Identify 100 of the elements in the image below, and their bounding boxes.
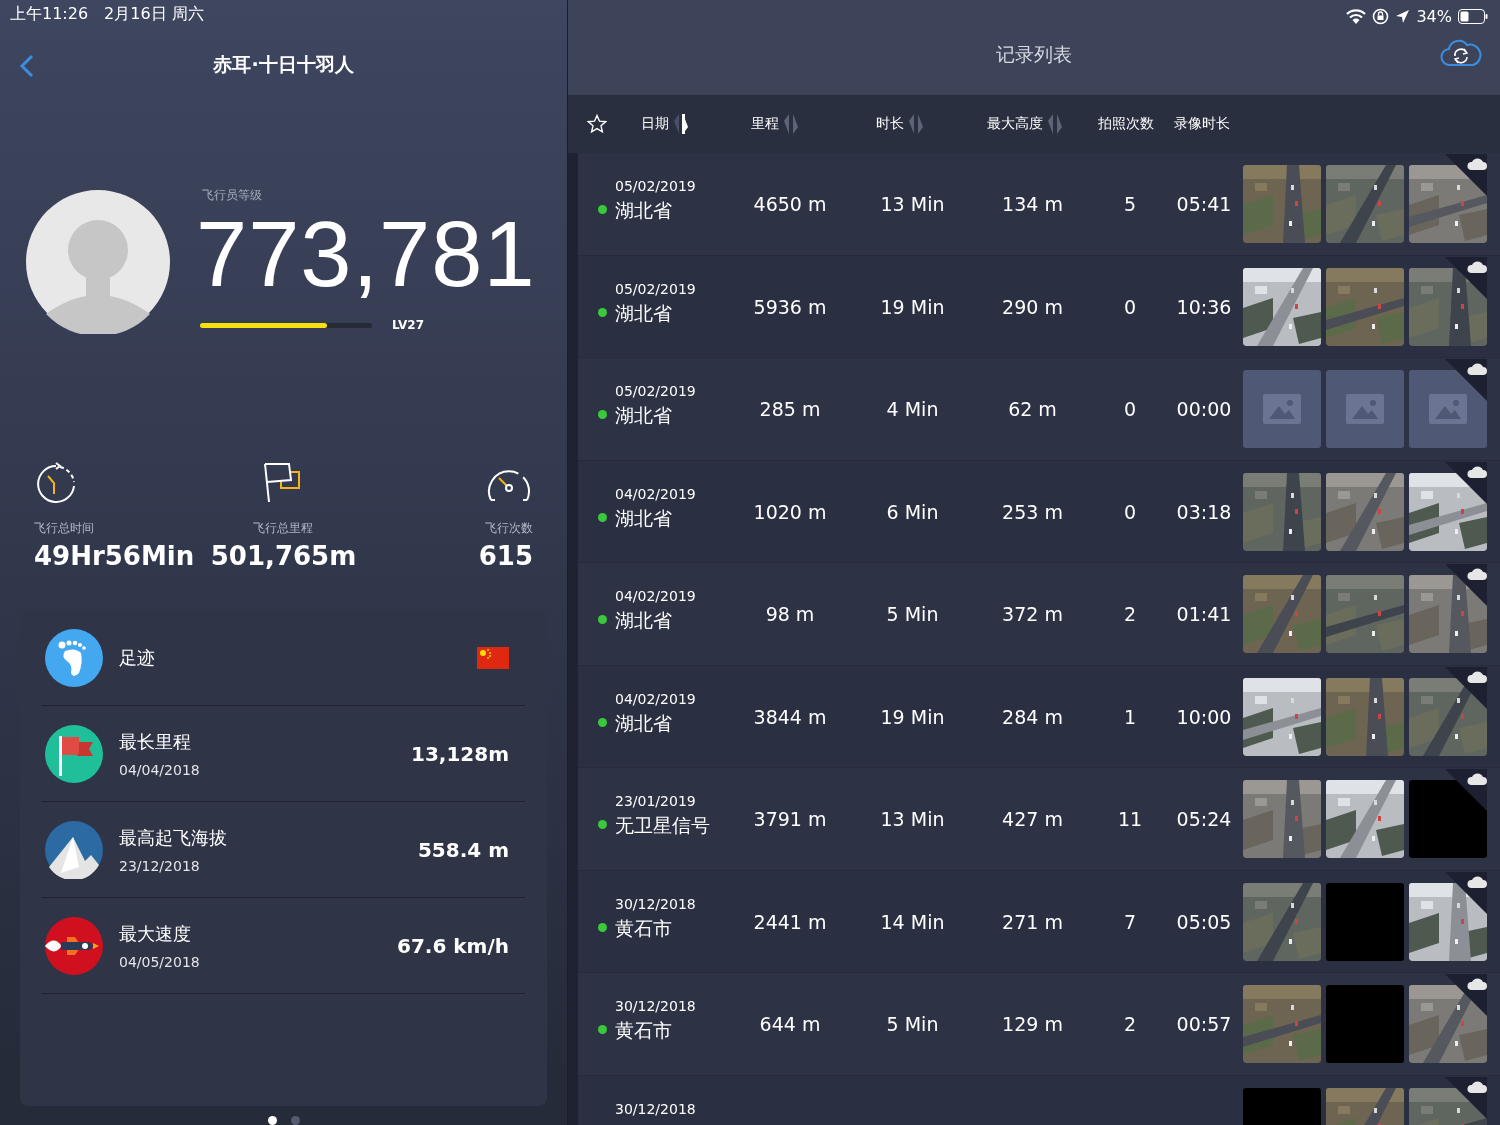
stat-value: 615	[478, 540, 533, 571]
record-value: 13,128m	[410, 741, 509, 766]
record-row[interactable]: 最大速度 04/05/2018 67.6 km/h	[42, 898, 525, 995]
flight-location: 黄石市	[615, 1018, 673, 1043]
duration-cell-text: 6 Min	[885, 500, 940, 523]
column-header[interactable]: 录像时长	[1174, 115, 1230, 133]
height-cell-text: 134 m	[1001, 193, 1064, 215]
footprint-icon	[45, 628, 103, 687]
record-title: 足迹	[119, 645, 156, 670]
video-length-cell-text: 00:57	[1175, 1013, 1233, 1035]
flight-date: 23/01/2019	[615, 793, 697, 809]
battery-icon	[1458, 8, 1488, 24]
stat-value: 501,765m	[210, 540, 357, 571]
flight-date: 30/12/2018	[615, 1100, 697, 1117]
record-row[interactable]: 足迹	[42, 610, 525, 707]
status-dot	[598, 205, 607, 214]
record-row[interactable]: 最长里程 04/04/2018 13,128m	[42, 706, 525, 803]
image-placeholder[interactable]	[1326, 370, 1404, 448]
duration-cell-text: 5 Min	[885, 1013, 940, 1035]
flight-location: 黄石市	[615, 915, 673, 941]
height-cell-text: 372 m	[1001, 603, 1064, 625]
flight-date: 30/12/2018	[615, 895, 697, 912]
duration-cell-text: 4 Min	[885, 398, 940, 420]
blank-thumbnail[interactable]	[1326, 985, 1404, 1063]
photo-count-cell-text: 1	[1122, 705, 1138, 728]
list-title: 记录列表	[996, 41, 1072, 67]
height-cell-text: 253 m	[1001, 500, 1064, 523]
status-dot	[598, 1025, 607, 1034]
rotation-lock-icon	[1372, 7, 1390, 25]
distance-cell-text: 644 m	[758, 1013, 822, 1035]
height-cell-text: 271 m	[1001, 910, 1064, 933]
mountain-icon	[45, 820, 103, 879]
photo-count-cell-text: 11	[1116, 808, 1144, 830]
video-length-cell-text: 03:18	[1175, 500, 1233, 523]
blank-thumbnail[interactable]	[1409, 780, 1487, 858]
status-dot	[598, 615, 607, 624]
duration-cell-text: 13 Min	[879, 808, 946, 830]
status-dot	[598, 922, 607, 932]
rocket-icon	[45, 916, 103, 975]
column-header[interactable]: 日期	[641, 112, 751, 136]
image-placeholder[interactable]	[1243, 370, 1321, 448]
page-dot[interactable]	[267, 1116, 277, 1125]
flight-location: 湖北省	[615, 505, 673, 531]
cloud-sync-icon[interactable]	[1440, 39, 1482, 67]
record-value: 558.4 m	[417, 837, 509, 862]
flag-icon	[45, 724, 103, 783]
video-length-cell-text: 10:36	[1175, 295, 1233, 318]
status-dot	[598, 512, 607, 522]
distance-cell-text: 98 m	[764, 603, 816, 625]
flight-date: 04/02/2019	[615, 690, 697, 707]
video-length-cell-text: 05:24	[1175, 808, 1233, 830]
flight-date: 30/12/2018	[615, 998, 697, 1014]
record-date: 23/12/2018	[119, 857, 201, 874]
status-dot	[598, 717, 607, 727]
image-icon	[1346, 394, 1384, 424]
china-flag-icon	[477, 646, 509, 669]
back-icon[interactable]	[19, 53, 35, 78]
flight-location: 湖北省	[615, 710, 673, 736]
height-cell-text: 284 m	[1001, 705, 1064, 728]
column-header[interactable]: 里程	[751, 112, 876, 136]
distance-cell-text: 285 m	[758, 398, 822, 420]
duration-cell-text: 14 Min	[879, 910, 946, 933]
flight-location: 湖北省	[615, 300, 673, 326]
video-length-cell-text: 05:05	[1175, 910, 1233, 933]
flight-date: 04/02/2019	[615, 485, 697, 502]
record-row[interactable]: 最高起飞海拔 23/12/2018 558.4 m	[42, 802, 525, 899]
duration-cell-text: 19 Min	[879, 295, 946, 318]
level-label: LV27	[392, 318, 424, 333]
star-icon[interactable]	[587, 114, 607, 134]
column-header[interactable]: 时长	[876, 112, 987, 136]
video-length-cell-text: 01:41	[1175, 603, 1233, 625]
column-header[interactable]: 拍照次数	[1098, 115, 1174, 133]
distance-cell-text: 2441 m	[752, 910, 828, 933]
record-title: 最高起飞海拔	[119, 825, 228, 850]
height-cell-text: 129 m	[1001, 1013, 1064, 1035]
image-placeholder[interactable]	[1409, 370, 1487, 448]
duration-cell-text: 13 Min	[879, 193, 946, 215]
photo-count-cell-text: 0	[1122, 500, 1138, 523]
profile-title: 赤耳·十日十羽人	[213, 52, 354, 78]
record-title: 最大速度	[119, 921, 192, 946]
column-header[interactable]: 最大高度	[987, 112, 1098, 136]
status-dot	[598, 307, 607, 317]
status-time: 上午11:26	[10, 4, 89, 25]
distance-cell-text: 5936 m	[752, 295, 828, 318]
duration-cell-text: 19 Min	[879, 705, 946, 728]
photo-count-cell-text: 0	[1122, 295, 1138, 318]
height-cell-text: 427 m	[1001, 808, 1064, 830]
photo-count-cell-text: 5	[1122, 193, 1138, 215]
video-length-cell-text: 10:00	[1175, 705, 1233, 728]
stat-label: 飞行总时间	[34, 519, 94, 537]
photo-count-cell-text: 7	[1122, 910, 1138, 933]
distance-cell-text: 1020 m	[752, 500, 828, 523]
blank-thumbnail[interactable]	[1326, 882, 1404, 961]
status-dot	[598, 820, 607, 829]
flight-location: 无卫星信号	[615, 813, 711, 838]
page-dot[interactable]	[290, 1116, 300, 1125]
flight-date: 05/02/2019	[615, 383, 697, 399]
distance-cell-text: 3791 m	[752, 808, 828, 830]
stat-value: 49Hr56Min	[34, 540, 195, 571]
duration-cell-text: 5 Min	[885, 603, 940, 625]
